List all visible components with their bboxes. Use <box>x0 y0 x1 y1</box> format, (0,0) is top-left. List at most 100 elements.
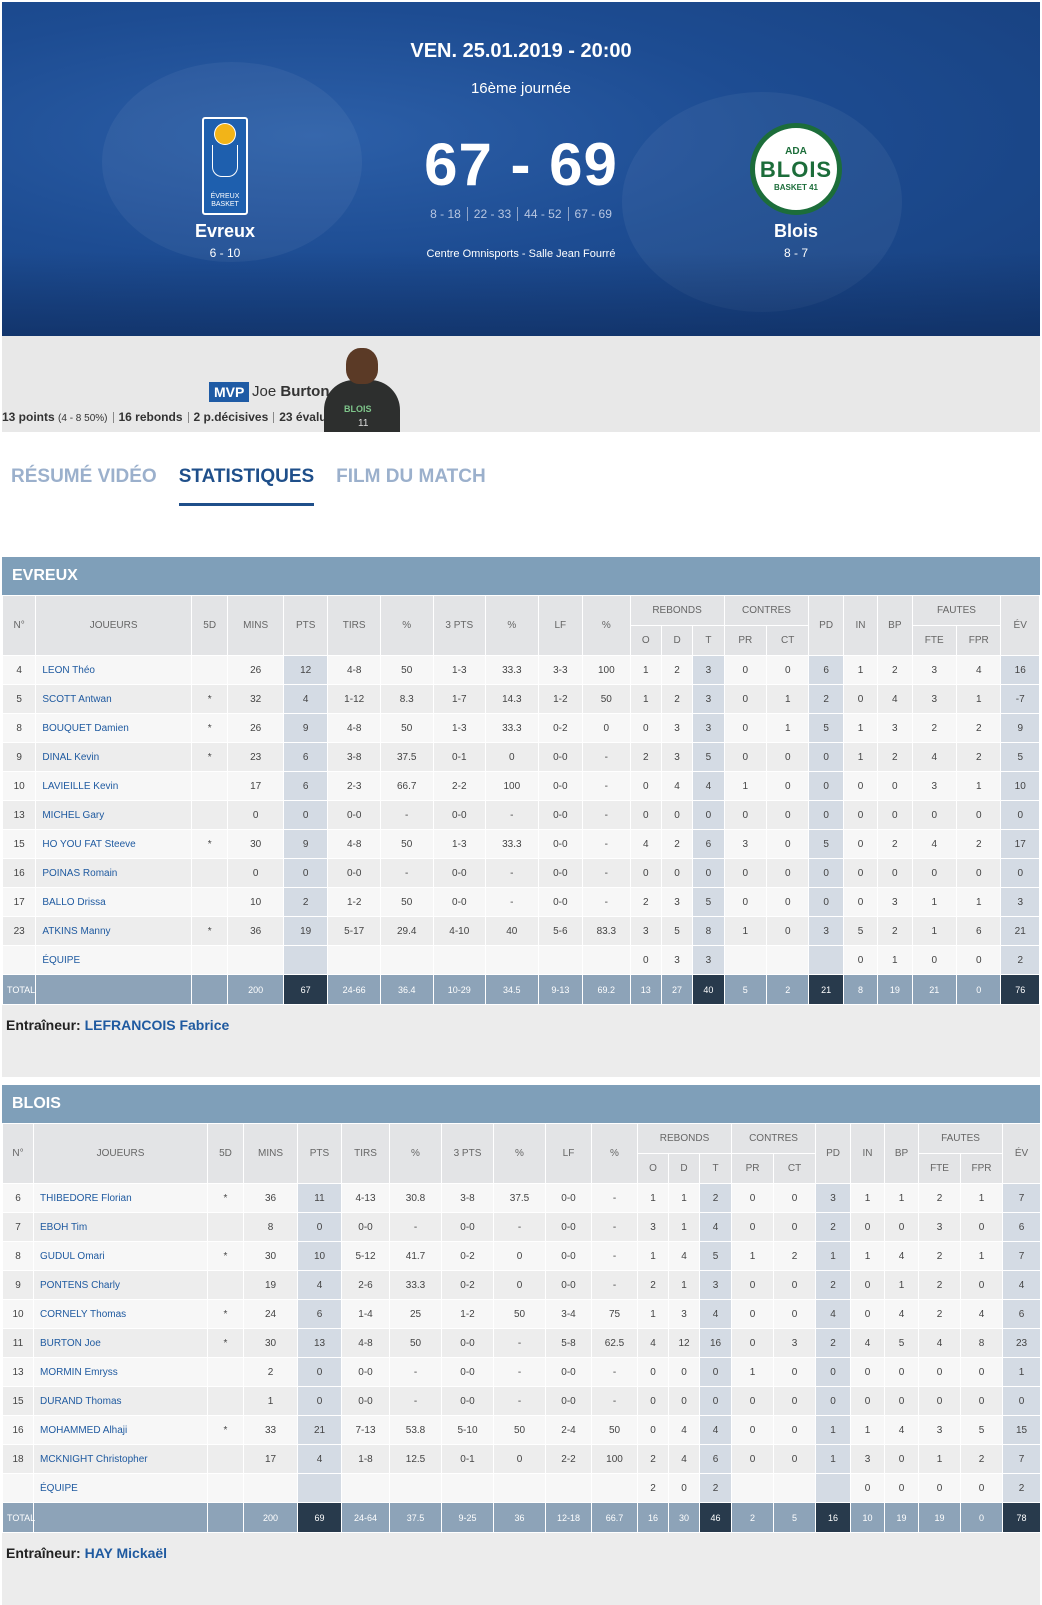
stat-cell: 1 <box>884 1270 920 1300</box>
stat-cell: 0 <box>842 858 879 888</box>
stat-cell: 5 <box>692 887 725 917</box>
stat-cell: 0-0 <box>432 800 487 830</box>
stat-cell: 2 <box>629 887 662 917</box>
player-name[interactable]: HO YOU FAT Steeve <box>35 829 192 859</box>
stat-cell: 0 <box>773 1386 817 1416</box>
player-name[interactable]: MOHAMMED Alhaji <box>33 1415 208 1445</box>
player-name[interactable]: DINAL Kevin <box>35 742 192 772</box>
total-cell: 2 <box>765 974 810 1005</box>
evreux-logo[interactable]: ÉVREUX BASKET <box>202 117 248 215</box>
stat-cell: 0 <box>960 1386 1004 1416</box>
col-3pts: 3 PTS <box>441 1123 494 1184</box>
total-cell: 0 <box>960 1502 1004 1533</box>
stat-cell: - <box>591 1212 638 1242</box>
stat-cell <box>207 1212 244 1242</box>
stat-cell: 0 <box>723 684 768 714</box>
away-team[interactable]: ADA BLOIS BASKET 41 Blois 8 - 7 <box>716 123 876 260</box>
stat-cell: 1 <box>668 1212 700 1242</box>
player-name[interactable]: SCOTT Antwan <box>35 684 192 714</box>
player-name[interactable]: BOUQUET Damien <box>35 713 192 743</box>
stat-cell: 0 <box>765 916 810 946</box>
stat-cell: 1 <box>960 1241 1004 1271</box>
coach-name[interactable]: LEFRANCOIS Fabrice <box>85 1017 230 1033</box>
stat-cell: 36 <box>243 1183 298 1213</box>
stat-cell: 1 <box>842 742 879 772</box>
stat-cell: 0 <box>723 800 768 830</box>
blois-logo[interactable]: ADA BLOIS BASKET 41 <box>750 123 842 215</box>
player-name[interactable]: MICHEL Gary <box>35 800 192 830</box>
stat-cell: 1 <box>911 887 957 917</box>
player-name[interactable]: PONTENS Charly <box>33 1270 208 1300</box>
stat-cell: 0 <box>884 1386 920 1416</box>
away-team-name[interactable]: Blois <box>716 221 876 242</box>
stat-cell: 0-0 <box>545 1212 592 1242</box>
stat-cell: 0-2 <box>441 1270 494 1300</box>
stat-cell: 1 <box>637 1241 669 1271</box>
col-fouls-drawn: FPR <box>960 1153 1004 1184</box>
stat-cell: 0-0 <box>441 1357 494 1387</box>
match-date: VEN. 25.01.2019 - 20:00 <box>410 40 632 62</box>
stat-cell: 0 <box>773 1444 817 1474</box>
col-starter: 5D <box>207 1123 244 1184</box>
logo-text: BLOIS <box>759 157 833 182</box>
stat-cell: 2 <box>637 1270 669 1300</box>
stat-cell: 0 <box>773 1357 817 1387</box>
player-name[interactable]: DURAND Thomas <box>33 1386 208 1416</box>
player-name[interactable]: POINAS Romain <box>35 858 192 888</box>
tab-statistics[interactable]: STATISTIQUES <box>178 466 315 506</box>
stat-cell <box>591 1473 638 1503</box>
stat-cell: 0 <box>850 1386 886 1416</box>
col-rebounds: REBONDS <box>636 1123 733 1154</box>
player-name[interactable]: MCKNIGHT Christopher <box>33 1444 208 1474</box>
player-name[interactable]: THIBEDORE Florian <box>33 1183 208 1213</box>
home-team[interactable]: ÉVREUX BASKET Evreux 6 - 10 <box>145 117 305 260</box>
stat-cell <box>190 800 229 830</box>
stat-cell: 0 <box>765 829 810 859</box>
table-row: 6 THIBEDORE Florian * 36 11 4-13 30.8 3-8 37.5 0-… <box>2 1183 1042 1213</box>
player-name[interactable]: ATKINS Manny <box>35 916 192 946</box>
stat-cell: 1 <box>765 713 810 743</box>
player-name[interactable]: LAVIEILLE Kevin <box>35 771 192 801</box>
player-name[interactable]: MORMIN Emryss <box>33 1357 208 1387</box>
stat-cell: 0 <box>960 1270 1004 1300</box>
stat-cell: 100 <box>485 771 539 801</box>
tab-match-log[interactable]: FILM DU MATCH <box>336 466 486 506</box>
player-name[interactable]: BALLO Drissa <box>35 887 192 917</box>
player-name[interactable]: ÉQUIPE <box>33 1473 208 1503</box>
home-team-name[interactable]: Evreux <box>145 221 305 242</box>
logo-text: BASKET 41 <box>773 183 818 192</box>
stat-cell <box>297 1473 342 1503</box>
stat-cell <box>441 1473 494 1503</box>
stat-cell: 25 <box>389 1299 442 1329</box>
stat-cell <box>723 945 768 975</box>
stat-cell: 1 <box>850 1241 886 1271</box>
coach-name[interactable]: HAY Mickaël <box>85 1545 168 1561</box>
stat-cell: 40 <box>485 916 539 946</box>
stat-cell: 1-3 <box>432 713 487 743</box>
total-cell: 16 <box>637 1502 669 1533</box>
stat-cell: 0-0 <box>341 1357 390 1387</box>
player-name[interactable]: ÉQUIPE <box>35 945 192 975</box>
stat-cell: 7 <box>1002 1183 1042 1213</box>
stats-table: N° JOUEURS 5D MINS PTS TIRS% 3 PTS% LF% REBONDS C… <box>1 595 1040 1005</box>
stat-cell: 1 <box>723 771 768 801</box>
stat-cell: 1 <box>668 1270 700 1300</box>
stat-cell: 4 <box>884 1299 920 1329</box>
stat-cell: 0-2 <box>441 1241 494 1271</box>
tab-video-summary[interactable]: RÉSUMÉ VIDÉO <box>11 466 157 506</box>
stat-cell: 0 <box>692 800 725 830</box>
stat-cell: 2-4 <box>545 1415 592 1445</box>
mvp-player-name[interactable]: Joe Burton <box>252 383 330 400</box>
player-name[interactable]: GUDUL Omari <box>33 1241 208 1271</box>
player-name[interactable]: LEON Théo <box>35 655 192 685</box>
stat-cell: 0 <box>842 684 879 714</box>
stat-cell <box>731 1473 775 1503</box>
player-name[interactable]: CORNELY Thomas <box>33 1299 208 1329</box>
tab-bar: RÉSUMÉ VIDÉO STATISTIQUES FILM DU MATCH <box>11 466 486 506</box>
player-name[interactable]: BURTON Joe <box>33 1328 208 1358</box>
stat-cell: 1 <box>243 1386 298 1416</box>
stat-cell: 2 <box>815 1212 852 1242</box>
player-name[interactable]: EBOH Tim <box>33 1212 208 1242</box>
stat-cell: 0 <box>765 887 810 917</box>
player-number <box>1 945 37 975</box>
